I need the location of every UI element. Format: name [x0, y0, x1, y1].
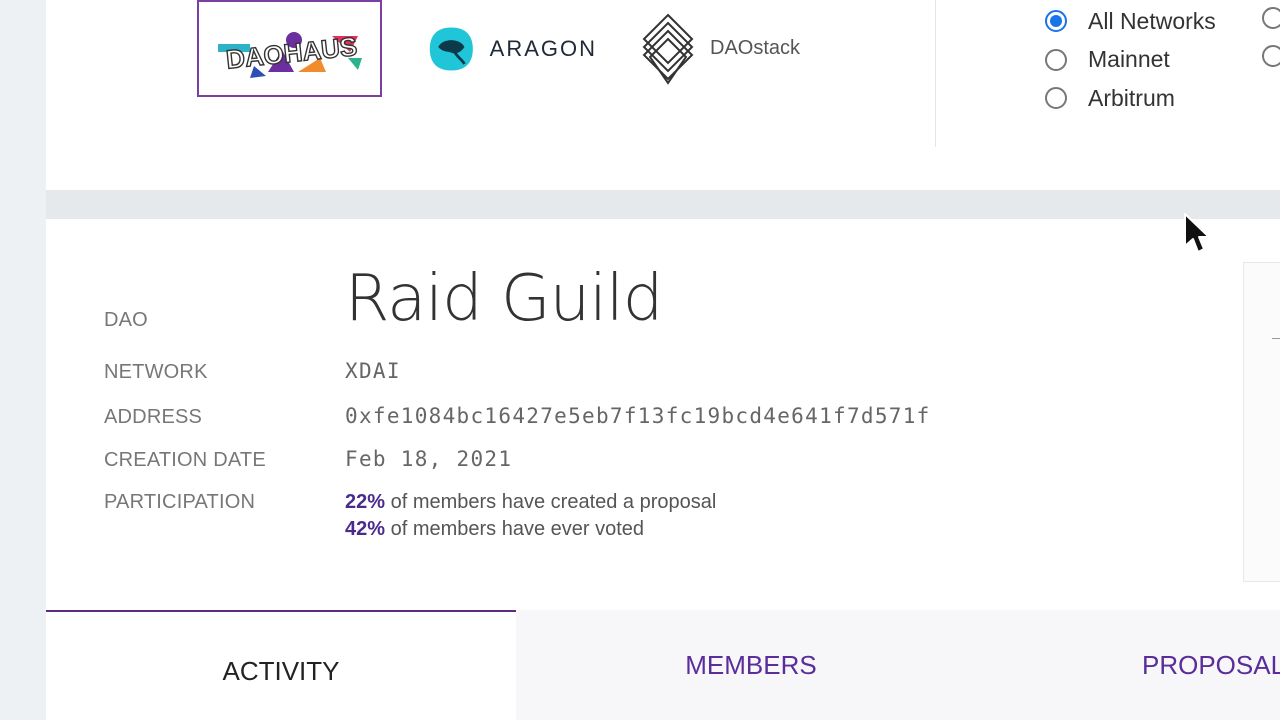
- network-option-arbitrum[interactable]: Arbitrum: [1045, 79, 1216, 118]
- proposal-text: of members have created a proposal: [390, 491, 717, 513]
- network-option-label: All Networks: [1088, 7, 1216, 34]
- daohaus-logo-icon: DAOHAUS: [217, 30, 362, 78]
- creation-date-value: Feb 18, 2021: [345, 447, 513, 471]
- creation-date-label: CREATION DATE: [104, 449, 266, 471]
- address-value[interactable]: 0xfe1084bc16427e5eb7f13fc19bcd4e641f7d57…: [345, 404, 931, 428]
- address-label: ADDRESS: [104, 406, 203, 428]
- tab-activity[interactable]: ACTIVITY: [46, 610, 516, 720]
- proposal-percent: 22%: [345, 491, 386, 513]
- radio-unchecked-icon[interactable]: [1262, 7, 1280, 29]
- left-gutter: [0, 0, 46, 720]
- aragon-logo-text: ARAGON: [489, 35, 597, 61]
- radio-unchecked-icon[interactable]: [1045, 87, 1067, 110]
- network-option-label: Arbitrum: [1088, 84, 1175, 111]
- daostack-logo-icon: [642, 13, 694, 85]
- network-filter-group: All Networks Mainnet Arbitrum: [1045, 2, 1216, 118]
- participation-proposal-line: 22% of members have created a proposal: [345, 491, 716, 514]
- tab-label: MEMBERS: [685, 649, 817, 680]
- radio-checked-icon[interactable]: [1045, 10, 1067, 33]
- voted-text: of members have ever voted: [390, 518, 645, 540]
- platform-daohaus-button[interactable]: DAOHAUS: [197, 0, 382, 97]
- network-value: XDAI: [345, 359, 401, 383]
- tab-label: ACTIVITY: [222, 655, 340, 686]
- section-divider-band: [46, 190, 1280, 219]
- tab-proposals[interactable]: PROPOSALS: [986, 610, 1280, 720]
- network-option-label: Mainnet: [1088, 46, 1170, 73]
- network-option-all[interactable]: All Networks: [1045, 2, 1216, 41]
- aragon-logo-icon: [429, 26, 473, 71]
- vertical-divider: [935, 0, 936, 147]
- dao-tabs: ACTIVITY MEMBERS PROPOSALS: [46, 610, 1280, 720]
- voted-percent: 42%: [345, 518, 386, 540]
- network-label: NETWORK: [104, 361, 208, 383]
- side-card: [1243, 262, 1280, 582]
- platform-aragon-button[interactable]: ARAGON: [427, 0, 597, 97]
- dao-name: Raid Guild: [345, 262, 663, 336]
- mouse-cursor-icon: [1184, 213, 1210, 253]
- participation-voted-line: 42% of members have ever voted: [345, 518, 644, 541]
- side-card-marker: [1272, 338, 1280, 339]
- dao-label: DAO: [104, 309, 148, 331]
- tab-label: PROPOSALS: [1142, 649, 1280, 680]
- network-option-mainnet[interactable]: Mainnet: [1045, 41, 1216, 80]
- daostack-logo-text: DAOstack: [710, 37, 801, 59]
- radio-unchecked-icon[interactable]: [1262, 45, 1280, 67]
- participation-label: PARTICIPATION: [104, 491, 256, 513]
- radio-unchecked-icon[interactable]: [1045, 48, 1067, 71]
- platform-daostack-button[interactable]: DAOstack: [640, 0, 830, 97]
- tab-members[interactable]: MEMBERS: [516, 610, 986, 720]
